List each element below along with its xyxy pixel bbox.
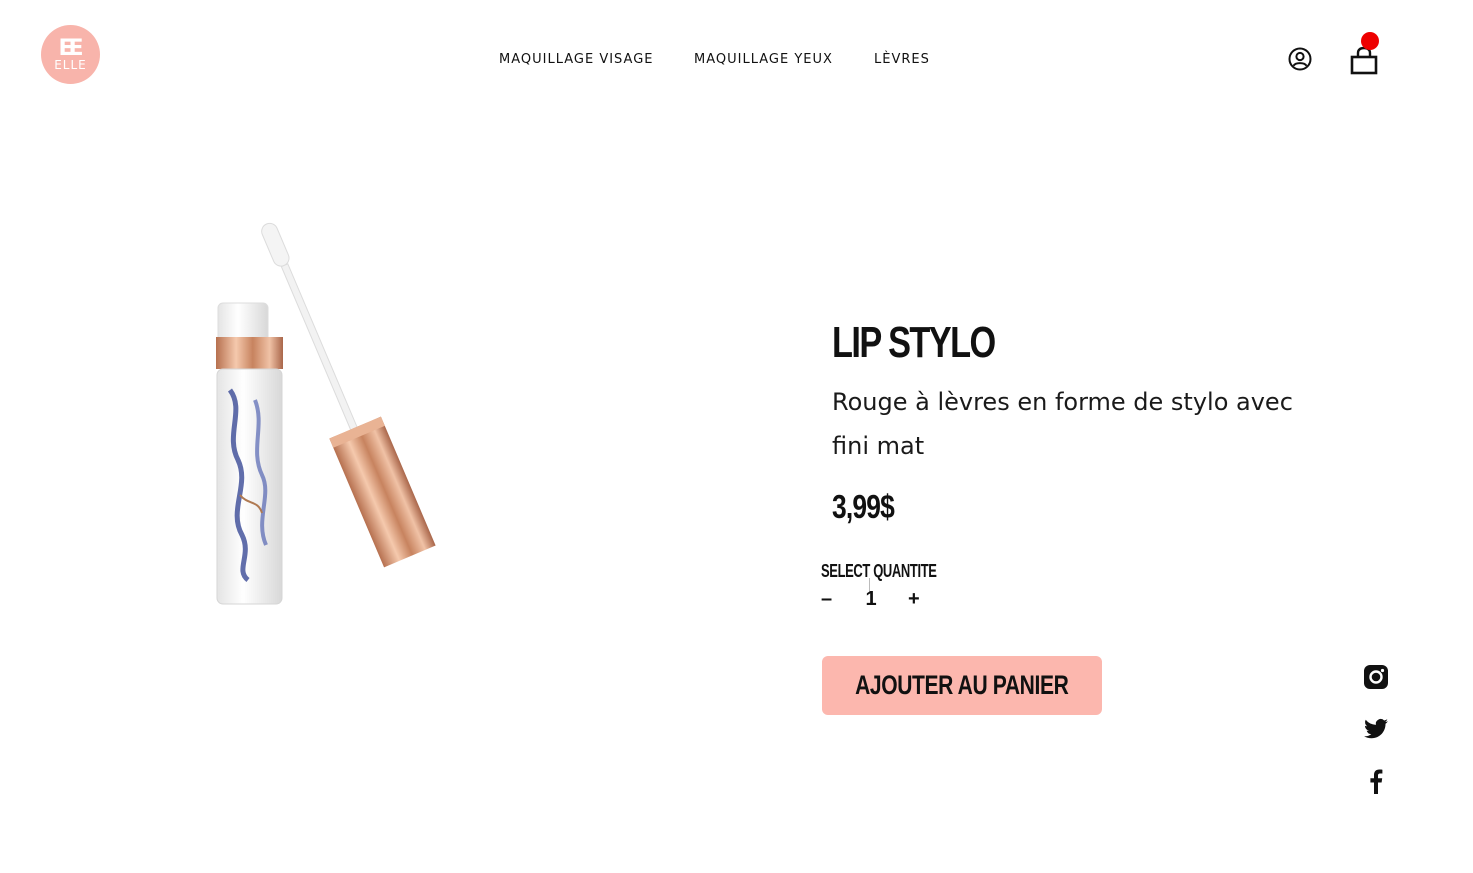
nav-item-maquillage-yeux[interactable]: MAQUILLAGE YEUX: [694, 52, 833, 67]
add-to-cart-label: AJOUTER AU PANIER: [855, 670, 1069, 700]
user-circle-icon[interactable]: [1288, 47, 1312, 71]
nav-item-levres[interactable]: LÈVRES: [874, 52, 930, 67]
product-title: LIP STYLO: [832, 318, 996, 367]
quantity-value[interactable]: 1: [865, 588, 877, 611]
add-to-cart-button[interactable]: AJOUTER AU PANIER: [822, 656, 1102, 715]
quantity-decrease-button[interactable]: –: [821, 588, 832, 611]
quantity-stepper: – 1 +: [820, 578, 930, 614]
product-description: Rouge à lèvres en forme de stylo avec fi…: [832, 388, 1293, 460]
main-nav: MAQUILLAGE VISAGE MAQUILLAGE YEUX LÈVRES: [0, 52, 1473, 70]
cart-badge: [1361, 32, 1379, 50]
quantity-increase-button[interactable]: +: [908, 588, 920, 611]
product-image: [216, 222, 436, 605]
instagram-icon[interactable]: [1362, 663, 1390, 691]
nav-item-maquillage-visage[interactable]: MAQUILLAGE VISAGE: [499, 52, 654, 67]
product-price: 3,99$: [832, 488, 895, 525]
quantity-label: SELECT QUANTITE: [821, 561, 937, 581]
twitter-icon[interactable]: [1362, 715, 1390, 743]
shopping-bag-icon[interactable]: [1349, 46, 1379, 76]
facebook-icon[interactable]: [1362, 767, 1390, 795]
